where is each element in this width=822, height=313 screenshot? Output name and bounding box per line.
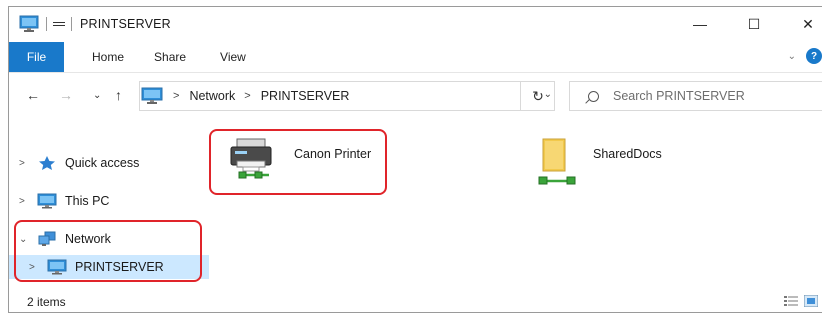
close-button[interactable]: ✕: [781, 7, 822, 41]
expand-chevron-icon[interactable]: >: [19, 196, 25, 207]
tab-view[interactable]: View: [220, 50, 246, 64]
title-separator: [71, 17, 72, 31]
item-count: 2 items: [27, 294, 66, 309]
sidebar-item-label: Quick access: [65, 156, 140, 170]
window-title: PRINTSERVER: [80, 17, 171, 31]
computer-icon: [140, 87, 164, 105]
refresh-button[interactable]: ↻: [520, 81, 555, 111]
star-icon: [37, 155, 57, 171]
sidebar-item-label: This PC: [65, 194, 110, 208]
quick-access-toolbar-icon[interactable]: [53, 17, 65, 31]
breadcrumb-network[interactable]: Network: [189, 89, 235, 103]
expand-ribbon-chevron-icon[interactable]: ⌄: [788, 51, 796, 62]
up-button[interactable]: ↑: [115, 87, 122, 103]
details-view-icon[interactable]: [784, 295, 798, 307]
list-item[interactable]: SharedDocs: [535, 137, 695, 197]
computer-icon: [18, 15, 40, 33]
minimize-button[interactable]: —: [673, 7, 727, 41]
expand-chevron-icon[interactable]: >: [19, 158, 25, 169]
address-row: ← → ⌄ ↑ > Network > PRINTSERVER ⌄ ↻ Sear…: [9, 73, 822, 119]
search-input[interactable]: Search PRINTSERVER: [569, 81, 822, 111]
title-separator: [46, 17, 47, 31]
search-placeholder: Search PRINTSERVER: [613, 89, 745, 103]
help-icon[interactable]: ?: [806, 48, 822, 64]
forward-button[interactable]: →: [59, 87, 73, 103]
title-bar: PRINTSERVER — ☐ ✕: [9, 7, 822, 41]
status-bar: 2 items: [9, 289, 822, 312]
breadcrumb-separator[interactable]: >: [173, 90, 179, 102]
ribbon-tabs: File Home Share View ⌄ ?: [9, 41, 822, 73]
printer-highlight-outline: [209, 129, 387, 195]
tab-file[interactable]: File: [9, 41, 64, 72]
network-highlight-outline: [14, 220, 202, 282]
breadcrumb-printserver[interactable]: PRINTSERVER: [261, 89, 350, 103]
sidebar-item-quick-access[interactable]: > Quick access: [9, 151, 209, 175]
tab-home[interactable]: Home: [92, 50, 124, 64]
recent-locations-chevron-icon[interactable]: ⌄: [93, 90, 101, 101]
shared-folder-icon: [535, 137, 583, 192]
address-bar[interactable]: > Network > PRINTSERVER ⌄: [139, 81, 555, 111]
sidebar-item-this-pc[interactable]: > This PC: [9, 189, 209, 213]
tab-share[interactable]: Share: [154, 50, 186, 64]
search-icon: [588, 90, 599, 102]
computer-icon: [37, 193, 57, 209]
explorer-window: PRINTSERVER — ☐ ✕ File Home Share View ⌄…: [8, 6, 822, 313]
maximize-button[interactable]: ☐: [727, 7, 781, 41]
large-icons-view-icon[interactable]: [803, 294, 819, 308]
back-button[interactable]: ←: [26, 87, 40, 103]
breadcrumb-separator[interactable]: >: [244, 90, 250, 102]
file-label: SharedDocs: [593, 147, 662, 161]
